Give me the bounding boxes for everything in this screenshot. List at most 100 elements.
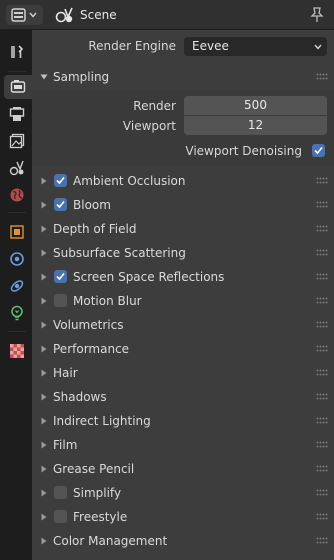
checker-texture-icon <box>10 344 24 358</box>
modifier-icon <box>10 252 24 266</box>
chevron-right-icon <box>41 417 47 425</box>
tab-texture[interactable] <box>4 339 30 363</box>
panel-motion-blur-title: Motion Blur <box>73 294 142 308</box>
panel-hair-header[interactable]: Hair <box>32 361 334 385</box>
object-square-icon <box>10 225 24 239</box>
panel-ambient-occlusion-title: Ambient Occlusion <box>73 174 186 188</box>
checkmark-icon <box>56 272 65 281</box>
viewport-denoising-checkbox[interactable] <box>312 144 325 157</box>
panel-indirect-lighting-header[interactable]: Indirect Lighting <box>32 409 334 433</box>
chevron-right-icon <box>41 273 47 281</box>
panel-sampling-title: Sampling <box>53 70 110 84</box>
render-engine-dropdown[interactable]: Eevee <box>184 37 327 56</box>
drag-handle-icon[interactable] <box>316 537 328 545</box>
chevron-right-icon <box>41 513 47 521</box>
panel-motion-blur-header[interactable]: Motion Blur <box>32 289 334 313</box>
panel-color-management-header[interactable]: Color Management <box>32 529 334 553</box>
drag-handle-icon[interactable] <box>316 297 328 305</box>
motion-blur-checkbox[interactable] <box>54 294 67 307</box>
render-properties: Render Engine Eevee Sampling Render 500 … <box>32 30 334 560</box>
editor-type-selector[interactable] <box>6 5 43 25</box>
panel-simplify-title: Simplify <box>73 486 122 500</box>
render-engine-label: Render Engine <box>88 39 176 53</box>
chevron-right-icon <box>41 393 47 401</box>
tab-render[interactable] <box>4 75 32 99</box>
panel-film-title: Film <box>53 438 78 452</box>
simplify-checkbox[interactable] <box>54 486 67 499</box>
checkmark-icon <box>56 176 65 185</box>
panel-sampling-header[interactable]: Sampling <box>32 65 334 89</box>
panel-subsurface-scattering-header[interactable]: Subsurface Scattering <box>32 241 334 265</box>
drag-handle-icon[interactable] <box>316 489 328 497</box>
drag-handle-icon[interactable] <box>316 73 328 81</box>
drag-handle-icon[interactable] <box>316 225 328 233</box>
drag-handle-icon[interactable] <box>316 417 328 425</box>
panel-film-header[interactable]: Film <box>32 433 334 457</box>
tab-object-data[interactable] <box>4 301 30 325</box>
drag-handle-icon[interactable] <box>316 177 328 185</box>
image-stack-icon <box>9 133 25 149</box>
drag-handle-icon[interactable] <box>316 513 328 521</box>
properties-header: Scene <box>0 0 334 30</box>
chevron-right-icon <box>41 465 47 473</box>
tab-output[interactable] <box>4 102 30 126</box>
tab-view-layer[interactable] <box>4 129 30 153</box>
screen-space-reflections-checkbox[interactable] <box>54 270 67 283</box>
chevron-down-icon <box>40 74 48 80</box>
panel-screen-space-reflections-title: Screen Space Reflections <box>73 270 225 284</box>
chevron-right-icon <box>41 297 47 305</box>
panel-grease-pencil-title: Grease Pencil <box>53 462 135 476</box>
panel-shadows-title: Shadows <box>53 390 107 404</box>
panel-simplify-header[interactable]: Simplify <box>32 481 334 505</box>
panel-grease-pencil-header[interactable]: Grease Pencil <box>32 457 334 481</box>
drag-handle-icon[interactable] <box>316 465 328 473</box>
viewport-samples-field[interactable]: 12 <box>184 116 327 135</box>
drag-handle-icon[interactable] <box>316 321 328 329</box>
panel-bloom-header[interactable]: Bloom <box>32 193 334 217</box>
render-engine-value: Eevee <box>192 39 229 53</box>
panel-subsurface-scattering-title: Subsurface Scattering <box>53 246 186 260</box>
drag-handle-icon[interactable] <box>316 369 328 377</box>
chevron-right-icon <box>41 177 47 185</box>
panel-ambient-occlusion-header[interactable]: Ambient Occlusion <box>32 169 334 193</box>
panel-color-management-title: Color Management <box>53 534 168 548</box>
chevron-right-icon <box>41 489 47 497</box>
drag-handle-icon[interactable] <box>316 273 328 281</box>
pin-icon[interactable] <box>310 7 324 23</box>
viewport-samples-label: Viewport <box>122 119 176 133</box>
drag-handle-icon[interactable] <box>316 345 328 353</box>
render-samples-field[interactable]: 500 <box>184 96 327 115</box>
panel-sampling-body: Render 500 Viewport 12 Viewport Denoisin… <box>32 90 334 166</box>
drag-handle-icon[interactable] <box>316 441 328 449</box>
lightbulb-icon <box>11 305 23 321</box>
wrench-screwdriver-icon <box>11 45 24 58</box>
chevron-right-icon <box>41 321 47 329</box>
ambient-occlusion-checkbox[interactable] <box>54 174 67 187</box>
panel-bloom-title: Bloom <box>73 198 111 212</box>
tab-object[interactable] <box>4 220 30 244</box>
panel-screen-space-reflections-header[interactable]: Screen Space Reflections <box>32 265 334 289</box>
panel-depth-of-field-title: Depth of Field <box>53 222 137 236</box>
panel-volumetrics-title: Volumetrics <box>53 318 124 332</box>
tab-scene[interactable] <box>4 156 30 180</box>
tab-tool[interactable] <box>4 40 30 64</box>
panel-performance-title: Performance <box>53 342 130 356</box>
panel-performance-header[interactable]: Performance <box>32 337 334 361</box>
properties-tabs <box>0 30 32 560</box>
tab-modifier[interactable] <box>4 247 30 271</box>
panel-shadows-header[interactable]: Shadows <box>32 385 334 409</box>
chevron-right-icon <box>41 537 47 545</box>
panel-volumetrics-header[interactable]: Volumetrics <box>32 313 334 337</box>
freestyle-checkbox[interactable] <box>54 510 67 523</box>
panel-freestyle-header[interactable]: Freestyle <box>32 505 334 529</box>
drag-handle-icon[interactable] <box>316 393 328 401</box>
bloom-checkbox[interactable] <box>54 198 67 211</box>
viewport-denoising-label: Viewport Denoising <box>185 144 302 158</box>
tab-physics[interactable] <box>4 274 30 298</box>
drag-handle-icon[interactable] <box>316 201 328 209</box>
render-samples-label: Render <box>133 99 176 113</box>
tab-world[interactable] <box>4 183 30 207</box>
orbit-icon <box>10 280 24 292</box>
panel-depth-of-field-header[interactable]: Depth of Field <box>32 217 334 241</box>
drag-handle-icon[interactable] <box>316 249 328 257</box>
